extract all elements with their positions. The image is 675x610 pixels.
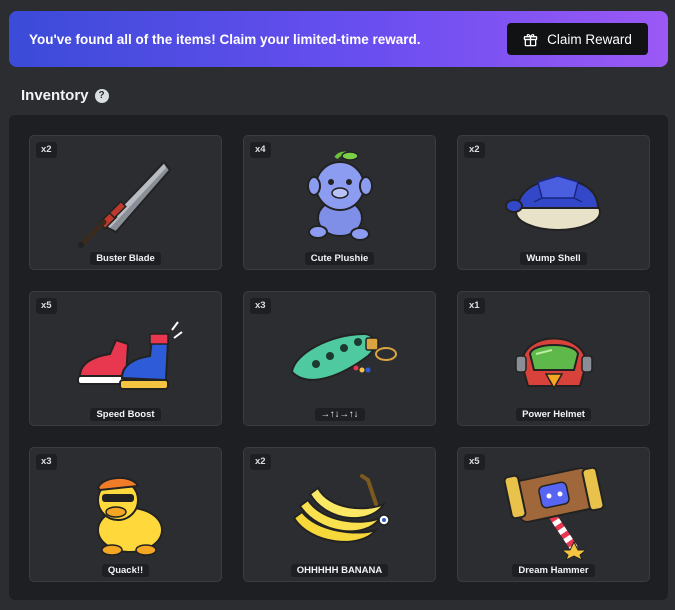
item-count: x2 <box>464 142 485 158</box>
gift-icon <box>523 33 538 46</box>
inventory-panel: x2 Buster Blade x4 Cute Plushie x2 Wump … <box>9 115 668 600</box>
item-name: Buster Blade <box>90 252 161 265</box>
item-name: OHHHHH BANANA <box>290 564 389 577</box>
inventory-item-banana[interactable]: x2 OHHHHH BANANA <box>243 447 436 582</box>
item-count: x2 <box>250 454 271 470</box>
item-name: Dream Hammer <box>512 564 595 577</box>
inventory-item-cute-plushie[interactable]: x4 Cute Plushie <box>243 135 436 270</box>
item-count: x5 <box>464 454 485 470</box>
item-name: Quack!! <box>101 564 150 577</box>
inventory-item-buster-blade[interactable]: x2 Buster Blade <box>29 135 222 270</box>
item-count: x1 <box>464 298 485 314</box>
item-name: Speed Boost <box>90 408 161 421</box>
inventory-grid: x2 Buster Blade x4 Cute Plushie x2 Wump … <box>29 135 650 582</box>
item-name: Wump Shell <box>520 252 587 265</box>
question-circle-icon[interactable]: ? <box>94 88 109 103</box>
inventory-item-wump-shell[interactable]: x2 Wump Shell <box>457 135 650 270</box>
item-count: x3 <box>36 454 57 470</box>
item-count: x4 <box>250 142 271 158</box>
reward-banner: You've found all of the items! Claim you… <box>9 11 668 67</box>
inventory-title: Inventory <box>21 87 89 104</box>
inventory-item-ocarina[interactable]: x3 →↑↓→↑↓ <box>243 291 436 426</box>
shell-icon <box>505 175 601 231</box>
buster-blade-icon <box>78 160 172 248</box>
item-name: Cute Plushie <box>304 252 375 265</box>
inventory-item-dream-hammer[interactable]: x5 Dream Hammer <box>457 447 650 582</box>
inventory-item-quack[interactable]: x3 Quack!! <box>29 447 222 582</box>
claim-reward-button[interactable]: Claim Reward <box>507 23 648 55</box>
inventory-item-power-helmet[interactable]: x1 Power Helmet <box>457 291 650 426</box>
plushie-icon <box>307 151 373 241</box>
helmet-icon <box>515 337 593 390</box>
ocarina-icon <box>290 332 397 381</box>
claim-reward-label: Claim Reward <box>547 31 632 47</box>
item-name: →↑↓→↑↓ <box>314 408 365 421</box>
item-count: x3 <box>250 298 271 314</box>
sneakers-icon <box>77 321 183 390</box>
inventory-item-speed-boost[interactable]: x5 Speed Boost <box>29 291 222 426</box>
item-count: x5 <box>36 298 57 314</box>
inventory-header: Inventory ? <box>21 87 109 104</box>
hammer-icon <box>503 466 605 560</box>
item-count: x2 <box>36 142 57 158</box>
item-name: Power Helmet <box>516 408 591 421</box>
duck-icon <box>96 477 163 556</box>
banana-icon <box>292 474 390 543</box>
reward-message: You've found all of the items! Claim you… <box>29 31 421 47</box>
